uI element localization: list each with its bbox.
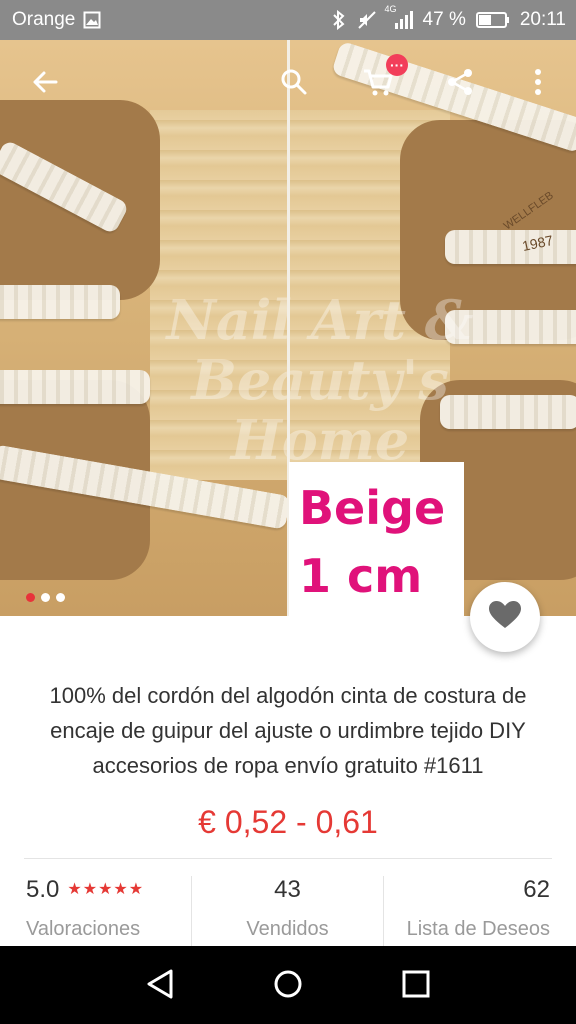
circle-home-icon	[272, 968, 304, 1005]
search-button[interactable]	[272, 62, 316, 106]
sold-stat: 43 Vendidos	[192, 876, 383, 948]
mute-icon	[357, 10, 377, 30]
triangle-back-icon	[145, 968, 175, 1005]
rating-stars-icon: ★★★★★	[67, 881, 145, 898]
carousel-dot[interactable]	[56, 593, 65, 602]
more-vertical-icon	[533, 67, 543, 102]
arrow-left-icon	[30, 67, 60, 102]
nav-back-button[interactable]	[138, 964, 182, 1008]
carousel-dot[interactable]	[41, 593, 50, 602]
lace-ribbon	[445, 230, 576, 264]
watermark-line: Beauty's Home	[191, 348, 449, 472]
product-title: 100% del cordón del algodón cinta de cos…	[49, 683, 527, 778]
lace-ribbon	[0, 285, 120, 319]
heart-icon	[488, 600, 522, 635]
square-recents-icon	[401, 969, 431, 1004]
product-price: € 0,52 - 0,61	[198, 804, 378, 840]
wishlist-value: 62	[523, 876, 550, 903]
search-icon	[279, 67, 309, 102]
share-button[interactable]	[438, 62, 482, 106]
system-navigation-bar	[0, 946, 576, 1024]
rating-label: Valoraciones	[26, 918, 141, 940]
product-image-color-label: Beige 1 cm	[289, 462, 464, 616]
product-image-watermark: Nail Art & Beauty's Home	[120, 290, 520, 470]
cart-badge: ···	[386, 54, 408, 76]
bluetooth-icon	[331, 10, 347, 30]
sold-label: Vendidos	[246, 918, 329, 940]
product-stats: 5.0 ★★★★★ Valoraciones 43 Vendidos 62 Lis…	[0, 876, 576, 948]
watermark-line: Nail Art &	[166, 288, 474, 352]
color-label-text: Beige	[299, 481, 446, 535]
share-icon	[445, 67, 475, 102]
signal-icon: 4G	[385, 4, 413, 30]
back-button[interactable]	[23, 62, 67, 106]
divider	[24, 858, 552, 859]
nav-home-button[interactable]	[266, 964, 310, 1008]
rating-value: 5.0	[26, 876, 60, 903]
size-label-text: 1 cm	[299, 549, 423, 603]
battery-percent: 47 %	[422, 9, 466, 30]
nav-recents-button[interactable]	[394, 964, 438, 1008]
carousel-dot-active[interactable]	[26, 593, 35, 602]
wishlist-stat: 62 Lista de Deseos	[384, 876, 550, 948]
wishlist-label: Lista de Deseos	[406, 918, 550, 940]
carrier-label: Orange	[12, 9, 76, 30]
battery-icon	[475, 11, 510, 29]
product-image-carousel[interactable]: 1987 WELLFLEB Nail Art & Beauty's Home B…	[0, 40, 576, 616]
status-bar: Orange 4G 47 % 20:11	[0, 0, 576, 40]
carousel-indicator	[26, 593, 65, 602]
more-options-button[interactable]	[516, 62, 560, 106]
rating-stat[interactable]: 5.0 ★★★★★ Valoraciones	[26, 876, 186, 948]
add-to-wishlist-button[interactable]	[470, 582, 540, 652]
network-type: 4G	[384, 4, 397, 14]
clock: 20:11	[519, 9, 566, 30]
sold-value: 43	[274, 876, 301, 903]
image-notification-icon	[83, 11, 101, 29]
cart-button[interactable]: ···	[356, 54, 408, 106]
